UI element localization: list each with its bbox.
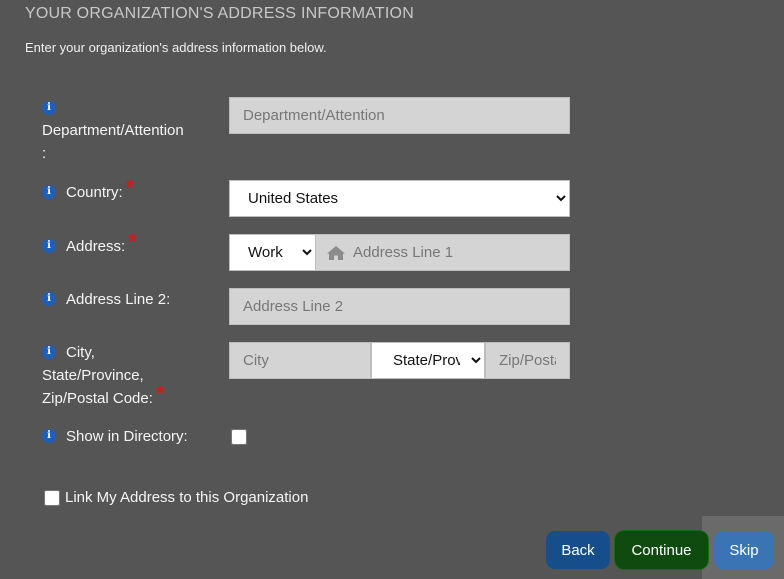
country-select[interactable]: United States: [229, 180, 570, 217]
required-asterisk: *: [125, 175, 135, 200]
info-icon[interactable]: i: [42, 101, 56, 115]
required-asterisk: *: [155, 381, 165, 406]
department-label: Department/Attention :: [42, 122, 184, 162]
address-line2-label: Address Line 2:: [66, 291, 171, 308]
address-line1-input[interactable]: [315, 234, 570, 271]
city-input[interactable]: [229, 342, 371, 379]
back-button[interactable]: Back: [546, 531, 610, 569]
address-line1-wrap: [315, 234, 570, 271]
info-icon[interactable]: i: [42, 185, 56, 199]
info-icon[interactable]: i: [42, 292, 56, 306]
state-select[interactable]: State/Province: [371, 342, 485, 379]
info-icon[interactable]: i: [42, 429, 56, 443]
page-subtitle: Enter your organization's address inform…: [25, 40, 327, 55]
required-asterisk: *: [128, 229, 137, 254]
show-in-directory-label: Show in Directory:: [66, 428, 188, 445]
link-address-label: Link My Address to this Organization: [65, 489, 309, 506]
address-line1-group: Work: [229, 234, 570, 271]
page-title: YOUR ORGANIZATION'S ADDRESS INFORMATION: [25, 5, 414, 22]
address-label: Address: *: [66, 229, 137, 256]
address-line2-input[interactable]: [229, 288, 570, 325]
continue-button[interactable]: Continue: [615, 531, 708, 569]
country-label: Country: *: [66, 175, 135, 202]
address-type-select[interactable]: Work: [229, 234, 315, 271]
address-form-page: YOUR ORGANIZATION'S ADDRESS INFORMATION …: [0, 0, 784, 579]
zip-input[interactable]: [485, 342, 570, 379]
skip-button[interactable]: Skip: [714, 531, 774, 569]
show-in-directory-checkbox[interactable]: [231, 429, 247, 445]
info-icon[interactable]: i: [42, 239, 56, 253]
link-address-checkbox[interactable]: [44, 490, 60, 506]
department-input[interactable]: [229, 97, 570, 134]
city-state-zip-label: City, State/Province, Zip/Postal Code: *: [42, 344, 165, 407]
home-icon: [327, 246, 345, 260]
